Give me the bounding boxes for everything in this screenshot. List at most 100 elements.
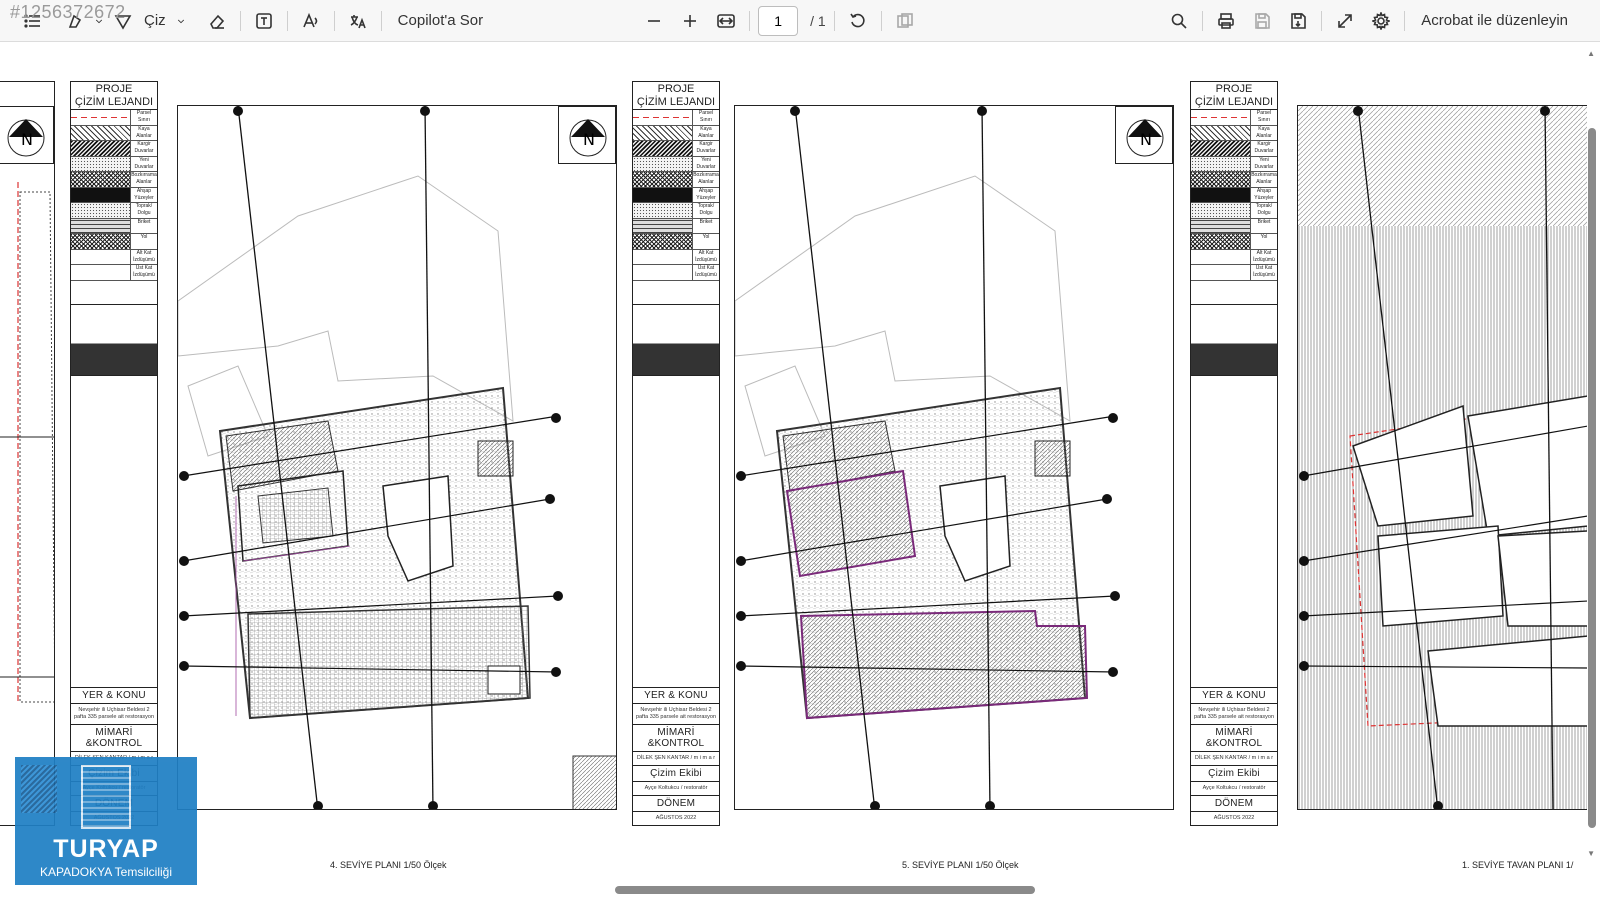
legend-row: Kaya Alanlar	[1191, 125, 1277, 141]
architect-heading: MİMARİ &KONTROL	[71, 724, 157, 752]
toolbar-divider	[380, 10, 382, 31]
legend-column-1: PROJE ÇİZİM LEJANDI Parsel Sınırı Kaya A…	[70, 81, 158, 826]
plan-4-caption: 4. SEVİYE PLANI 1/50 Ölçek	[330, 860, 447, 870]
save-icon[interactable]	[1247, 6, 1277, 36]
elevation-thumbnail	[1191, 304, 1277, 376]
legend-row: Ahşap Yüzeyler	[633, 187, 719, 203]
legend-row: Toprak/ Dolgu	[633, 203, 719, 219]
legend-info-block: YER & KONU Nevşehir ili Uçhisar Beldesi …	[633, 687, 719, 825]
text-box-icon[interactable]	[249, 6, 279, 36]
legend-row: Bozkırrama Alanlar	[633, 172, 719, 188]
listing-id-watermark: #1256372672	[10, 2, 126, 22]
legend-row: Briket	[1191, 218, 1277, 234]
zoom-in-icon[interactable]	[675, 6, 705, 36]
legend-row: Üst Kat İzdüşümü	[633, 265, 719, 281]
legend-title: PROJE ÇİZİM LEJANDI	[1191, 82, 1277, 110]
legend-rows: Parsel Sınırı Kaya Alanlar Kargir Duvarl…	[633, 110, 719, 281]
toolbar-divider	[333, 10, 335, 31]
legend-row: Üst Kat İzdüşümü	[71, 265, 157, 281]
copilot-button-label: Copilot'a Sor	[397, 12, 484, 29]
elevation-thumbnail	[71, 304, 157, 376]
legend-row: Bozkırrama Alanlar	[71, 172, 157, 188]
legend-column-2: PROJE ÇİZİM LEJANDI Parsel Sınırı Kaya A…	[632, 81, 720, 826]
read-aloud-icon[interactable]	[296, 6, 326, 36]
pdf-document-viewport[interactable]: N PROJE ÇİZİM LEJANDI Parsel Sınırı Kaya…	[0, 43, 1600, 900]
legend-row: Yol	[633, 234, 719, 250]
legend-row: Yeni Duvarlar	[71, 156, 157, 172]
page-number-input[interactable]	[758, 5, 799, 36]
fit-width-icon[interactable]	[711, 6, 741, 36]
search-icon[interactable]	[1164, 6, 1194, 36]
edit-with-acrobat-button[interactable]: Acrobat ile düzenleyin	[1413, 6, 1576, 36]
translate-icon[interactable]	[343, 6, 373, 36]
edit-with-acrobat-label: Acrobat ile düzenleyin	[1421, 12, 1568, 29]
plan-panel-level-4: N	[177, 105, 617, 810]
legend-row: Parsel Sınırı	[633, 110, 719, 126]
legend-row: Kaya Alanlar	[71, 125, 157, 141]
legend-row: Parsel Sınırı	[1191, 110, 1277, 126]
plan-panel-level-5: N	[734, 105, 1174, 810]
fullscreen-icon[interactable]	[1330, 6, 1360, 36]
plan-left-drawing	[0, 182, 54, 703]
toolbar-divider	[833, 10, 835, 31]
legend-rows: Parsel Sınırı Kaya Alanlar Kargir Duvarl…	[1191, 110, 1277, 281]
legend-row: Alt Kat İzdüşümü	[633, 249, 719, 265]
plan-1-ceiling-caption: 1. SEVİYE TAVAN PLANI 1/	[1462, 860, 1574, 870]
draw-dropdown-chevron-icon[interactable]	[172, 6, 190, 36]
toolbar-divider	[1404, 10, 1406, 31]
scroll-up-arrow-icon[interactable]: ▲	[1587, 49, 1595, 58]
ceiling-plan-drawing	[1298, 106, 1587, 809]
place-heading: YER & KONU	[71, 687, 157, 704]
eraser-icon[interactable]	[202, 6, 232, 36]
place-text: Nevşehir ili Uçhisar Beldesi 2 pafta 335…	[73, 707, 155, 720]
legend-rows: Parsel Sınırı Kaya Alanlar Kargir Duvarl…	[71, 110, 157, 281]
legend-row: Briket	[633, 218, 719, 234]
legend-column-3: PROJE ÇİZİM LEJANDI Parsel Sınırı Kaya A…	[1190, 81, 1278, 826]
legend-title: PROJE ÇİZİM LEJANDI	[633, 82, 719, 110]
legend-row: Toprak/ Dolgu	[1191, 203, 1277, 219]
draw-button-label: Çiz	[144, 12, 166, 29]
legend-row: Yeni Duvarlar	[1191, 156, 1277, 172]
toolbar-divider	[1321, 10, 1323, 31]
elevation-thumbnail	[633, 304, 719, 376]
horizontal-scrollbar-thumb[interactable]	[615, 886, 1035, 894]
legend-title: PROJE ÇİZİM LEJANDI	[71, 82, 157, 110]
settings-gear-icon[interactable]	[1366, 6, 1396, 36]
page-view-icon[interactable]	[890, 6, 920, 36]
rotate-icon[interactable]	[843, 6, 873, 36]
plan-5-caption: 5. SEVİYE PLANI 1/50 Ölçek	[902, 860, 1019, 870]
scroll-down-arrow-icon[interactable]: ▼	[1587, 849, 1595, 858]
legend-row: Toprak/ Dolgu	[71, 203, 157, 219]
legend-row: Kargir Duvarlar	[633, 141, 719, 157]
logo-building-icon	[81, 765, 131, 829]
toolbar-divider	[239, 10, 241, 31]
plan-panel-level-1-ceiling	[1297, 105, 1587, 810]
toolbar-divider	[286, 10, 288, 31]
legend-row: Kargir Duvarlar	[1191, 141, 1277, 157]
copilot-button[interactable]: Copilot'a Sor	[390, 6, 491, 36]
draw-button[interactable]: Çiz	[138, 6, 172, 36]
legend-row: Üst Kat İzdüşümü	[1191, 265, 1277, 281]
legend-row: Yol	[71, 234, 157, 250]
logo-brand: TURYAP	[53, 835, 159, 863]
save-as-icon[interactable]	[1283, 6, 1313, 36]
legend-row: Yeni Duvarlar	[633, 156, 719, 172]
print-icon[interactable]	[1211, 6, 1241, 36]
vertical-scrollbar-thumb[interactable]	[1588, 128, 1596, 828]
legend-row: Alt Kat İzdüşümü	[71, 249, 157, 265]
legend-row: Kargir Duvarlar	[71, 141, 157, 157]
toolbar-divider	[1202, 10, 1204, 31]
legend-row: Kaya Alanlar	[633, 125, 719, 141]
toolbar-divider	[880, 10, 882, 31]
legend-row: Ahşap Yüzeyler	[1191, 187, 1277, 203]
plan-panel-left-partial: N	[0, 81, 55, 826]
logo-grid-mark-icon	[21, 765, 57, 813]
legend-row: Bozkırrama Alanlar	[1191, 172, 1277, 188]
drawing-sheet: N PROJE ÇİZİM LEJANDI Parsel Sınırı Kaya…	[0, 81, 1587, 881]
legend-row: Alt Kat İzdüşümü	[1191, 249, 1277, 265]
logo-office: KAPADOKYA Temsilciliği	[39, 865, 173, 879]
zoom-out-icon[interactable]	[639, 6, 669, 36]
toolbar-divider	[749, 10, 751, 31]
plan-4-drawing	[178, 106, 616, 809]
legend-row: Yol	[1191, 234, 1277, 250]
